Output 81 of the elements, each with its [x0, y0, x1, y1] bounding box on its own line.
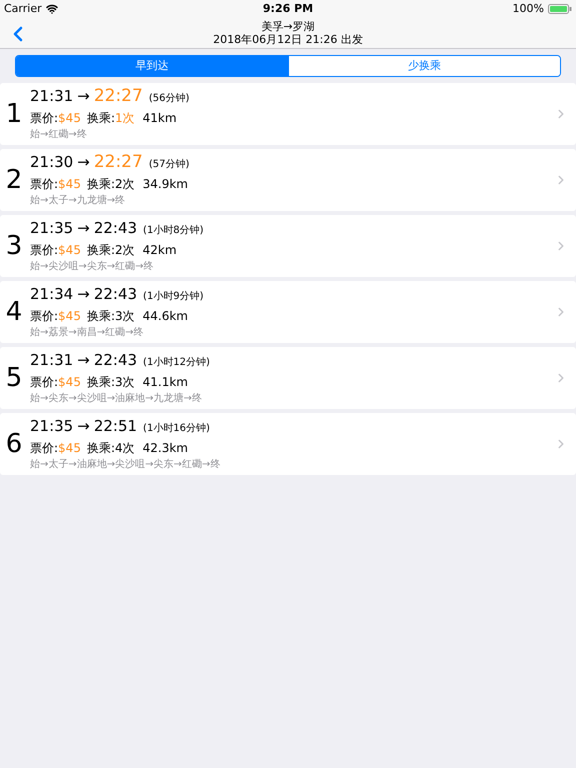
price-text: $45 [58, 176, 81, 192]
duration-text: (1小时16分钟) [143, 422, 210, 436]
battery-icon [548, 4, 572, 14]
route-card[interactable]: 5 21:31 → 22:43 (1小时12分钟) 票价:$45 换乘:3次 41.1km 始→尖东→尖沙咀→油麻地→九龙塘→终 [0, 347, 576, 409]
route-path: 始→太子→九龙塘→终 [30, 194, 126, 208]
route-card[interactable]: 3 21:35 → 22:43 (1小时8分钟) 票价:$45 换乘:2次 42km 始→尖沙咀→尖东→红磡→终 [0, 215, 576, 277]
arrow-text: → [77, 416, 90, 436]
route-path: 始→太子→油麻地→尖沙咀→尖东→红磡→终 [30, 458, 222, 472]
transfer-count: 3次 [115, 308, 135, 324]
distance-text: 44.6km [142, 308, 188, 324]
price-label: 票价: [30, 110, 58, 126]
transfer-label: 换乘: [86, 440, 115, 456]
route-card[interactable]: 4 21:34 → 22:43 (1小时9分钟) 票价:$45 换乘:3次 44.6km 始→荔景→南昌→红磡→终 [0, 281, 576, 343]
arrive-time: 22:43 [94, 350, 138, 370]
route-number: 1 [4, 101, 24, 127]
transfer-count: 4次 [115, 440, 135, 456]
arrive-time: 22:27 [94, 86, 143, 106]
arrive-time: 22:27 [94, 152, 143, 172]
transfer-label: 换乘: [86, 308, 115, 324]
wifi-icon [46, 3, 58, 15]
depart-time: 21:31 [30, 86, 74, 106]
price-label: 票价: [30, 374, 58, 390]
price-label: 票价: [30, 440, 58, 456]
duration-text: (1小时9分钟) [143, 290, 204, 304]
battery-percent: 100% [512, 0, 544, 17]
duration-text: (1小时12分钟) [143, 356, 210, 370]
carrier-label: Carrier [4, 0, 42, 17]
price-text: $45 [58, 110, 81, 126]
distance-text: 41.1km [142, 374, 188, 390]
route-number: 5 [4, 365, 24, 391]
arrow-text: → [77, 152, 90, 172]
route-card[interactable]: 6 21:35 → 22:51 (1小时16分钟) 票价:$45 换乘:4次 42.3km 始→太子→油麻地→尖沙咀→尖东→红磡→终 [0, 413, 576, 475]
arrow-text: → [77, 218, 90, 238]
arrive-time: 22:51 [94, 416, 138, 436]
price-text: $45 [58, 242, 81, 258]
route-card[interactable]: 2 21:30 → 22:27 (57分钟) 票价:$45 换乘:2次 34.9km 始→太子→九龙塘→终 [0, 149, 576, 211]
nav-subtitle: 2018年06月12日 21:26 出发 [213, 33, 363, 46]
route-number: 2 [4, 167, 24, 193]
route-card[interactable]: 1 21:31 → 22:27 (56分钟) 票价:$45 换乘:1次 41km 始→红磡→终 [0, 83, 576, 145]
segment-tab[interactable]: 少换乘 [288, 56, 560, 76]
arrow-text: → [77, 284, 90, 304]
transfer-count: 1次 [115, 110, 135, 126]
transfer-count: 3次 [115, 374, 135, 390]
route-number: 3 [4, 233, 24, 259]
transfer-label: 换乘: [86, 374, 115, 390]
route-number: 4 [4, 299, 24, 325]
arrive-time: 22:43 [94, 218, 138, 238]
route-path: 始→红磡→终 [30, 128, 88, 142]
depart-time: 21:31 [30, 350, 74, 370]
transfer-label: 换乘: [86, 110, 115, 126]
distance-text: 34.9km [142, 176, 188, 192]
transfer-label: 换乘: [86, 242, 115, 258]
distance-text: 42km [142, 242, 177, 258]
distance-text: 42.3km [142, 440, 188, 456]
arrive-time: 22:43 [94, 284, 138, 304]
route-path: 始→尖东→尖沙咀→油麻地→九龙塘→终 [30, 392, 203, 406]
route-number: 6 [4, 431, 24, 457]
price-label: 票价: [30, 308, 58, 324]
route-path: 始→尖沙咀→尖东→红磡→终 [30, 260, 155, 274]
route-path: 始→荔景→南昌→红磡→终 [30, 326, 145, 340]
duration-text: (1小时8分钟) [143, 224, 204, 238]
transfer-label: 换乘: [86, 176, 115, 192]
price-text: $45 [58, 440, 81, 456]
price-text: $45 [58, 374, 81, 390]
price-label: 票价: [30, 176, 58, 192]
arrow-text: → [77, 350, 90, 370]
arrow-text: → [77, 86, 90, 106]
duration-text: (56分钟) [148, 92, 190, 106]
transfer-count: 2次 [115, 242, 135, 258]
price-text: $45 [58, 308, 81, 324]
depart-time: 21:34 [30, 284, 74, 304]
depart-time: 21:35 [30, 416, 74, 436]
depart-time: 21:30 [30, 152, 74, 172]
segment-tab[interactable]: 早到达 [16, 56, 288, 76]
price-label: 票价: [30, 242, 58, 258]
duration-text: (57分钟) [148, 158, 190, 172]
distance-text: 41km [142, 110, 177, 126]
status-time: 9:26 PM [262, 0, 314, 17]
transfer-count: 2次 [115, 176, 135, 192]
nav-title: 美孚→罗湖 [261, 20, 315, 33]
depart-time: 21:35 [30, 218, 74, 238]
